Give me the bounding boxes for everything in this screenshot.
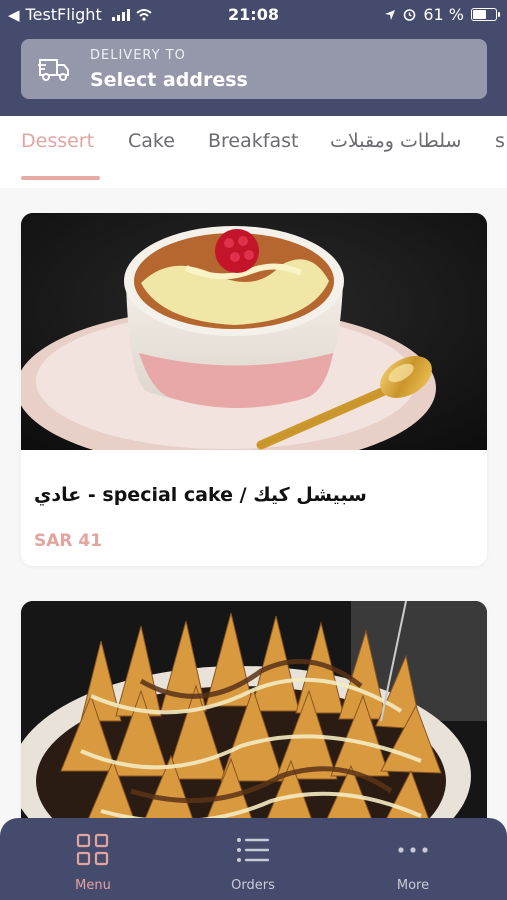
truck-icon [38,59,69,81]
tab-dessert[interactable]: Dessert [21,130,94,152]
active-tab-indicator [21,176,100,180]
status-bar: ◀ TestFlight 21:08 61 % [0,0,507,30]
tab-salads-appetizers[interactable]: سلطات ومقبلات [330,130,461,152]
nav-more[interactable]: More [353,818,473,900]
product-image [21,213,487,450]
product-price: SAR 41 [34,531,103,551]
nav-menu-label: Menu [75,878,111,893]
product-name: عادي - special cake / سبيشل كيك [34,484,367,506]
category-tabs: Dessert Cake Breakfast سلطات ومقبلات s [0,116,507,188]
tab-breakfast[interactable]: Breakfast [208,130,298,152]
list-icon [237,838,269,862]
delivery-address-value: Select address [90,69,248,91]
battery-percent: 61 % [423,5,464,24]
tab-cake[interactable]: Cake [128,130,175,152]
battery-icon [471,8,500,21]
product-card[interactable]: عادي - special cake / سبيشل كيك SAR 41 [21,213,487,566]
nav-orders[interactable]: Orders [193,818,313,900]
delivery-label: DELIVERY TO [90,48,186,63]
delivery-address-selector[interactable]: DELIVERY TO Select address [21,39,487,99]
tab-next-partial[interactable]: s [495,130,505,152]
app-header: ◀ TestFlight 21:08 61 % DELIVERY TO Sele… [0,0,507,116]
bottom-navigation: Menu Orders More [0,818,507,900]
more-dots-icon [398,847,428,853]
nav-orders-label: Orders [231,878,275,893]
alarm-icon [404,9,416,21]
location-arrow-icon [385,9,396,20]
grid-icon [76,833,109,866]
nav-more-label: More [396,878,430,893]
nav-menu[interactable]: Menu [33,818,153,900]
